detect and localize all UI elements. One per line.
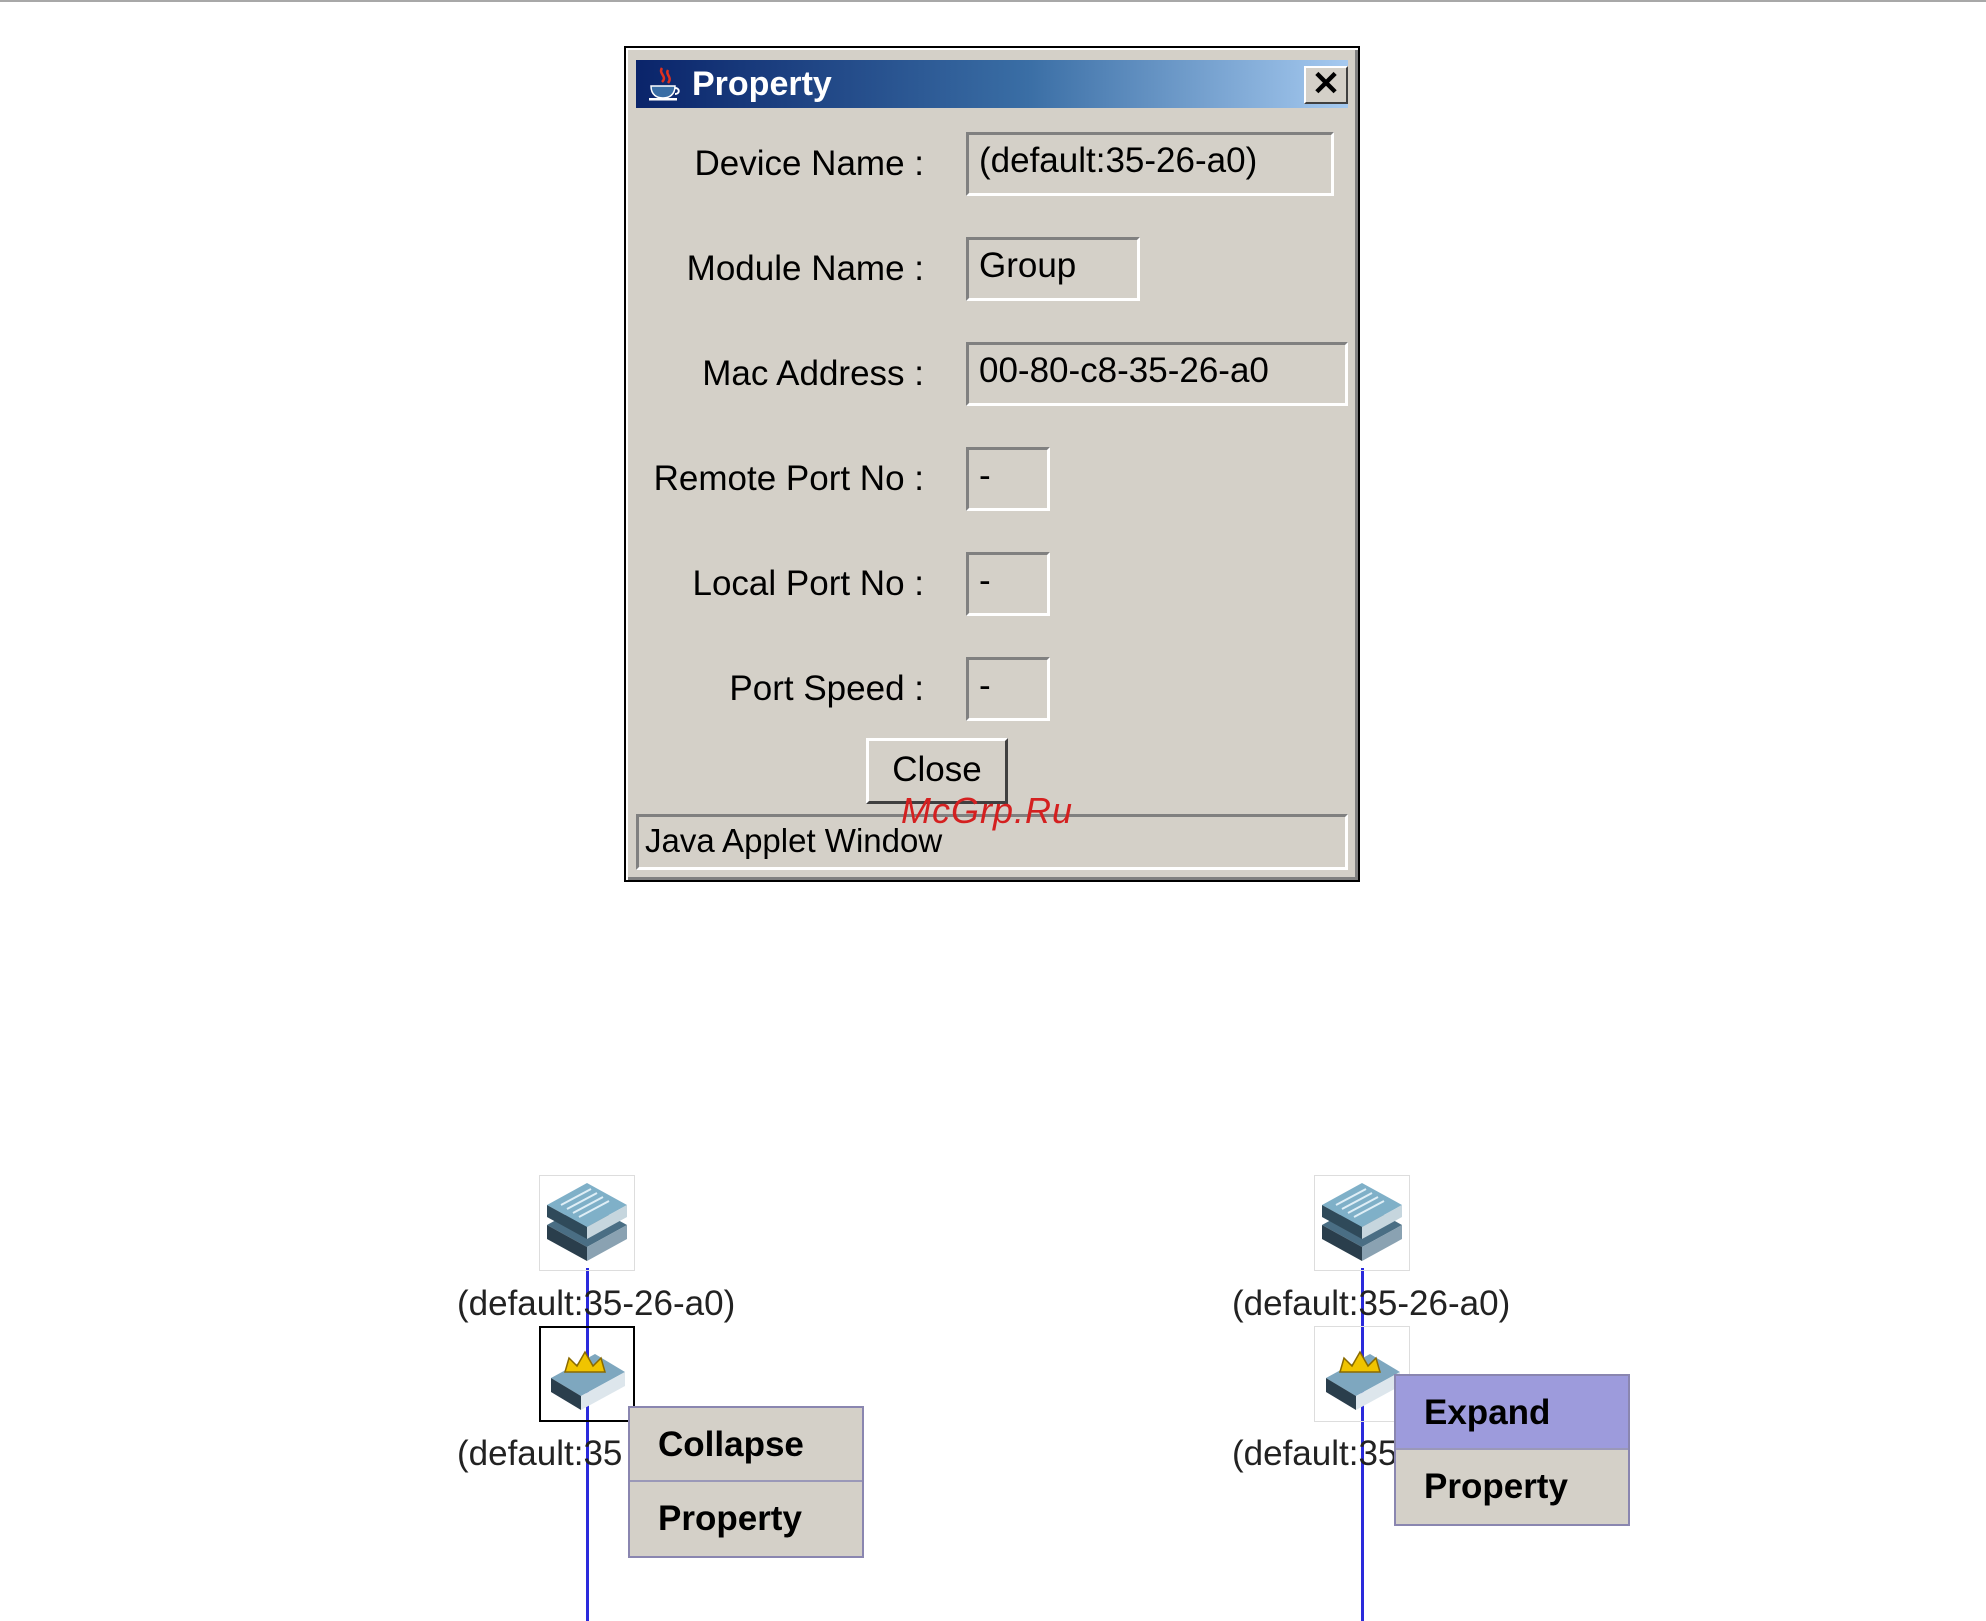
module-name-field[interactable]: Group (966, 237, 1140, 301)
device-name-field[interactable]: (default:35-26-a0) (966, 132, 1334, 196)
java-cup-icon (649, 67, 680, 101)
watermark: McGrp.Ru (901, 790, 1074, 831)
group-label: (default:35 (1232, 1434, 1398, 1473)
context-menu: Expand Property (1394, 1374, 1630, 1526)
menu-item-property[interactable]: Property (630, 1482, 862, 1556)
group-label: (default:35 (457, 1434, 623, 1473)
dialog-title: Property (692, 65, 832, 103)
switch-stack-icon[interactable] (1314, 1175, 1410, 1271)
port-speed-field[interactable]: - (966, 657, 1050, 721)
remote-port-field[interactable]: - (966, 447, 1050, 511)
port-speed-label: Port Speed : (729, 669, 924, 708)
device-label: (default:35-26-a0) (1232, 1284, 1511, 1323)
device-label: (default:35-26-a0) (457, 1284, 736, 1323)
context-menu: Collapse Property (628, 1406, 864, 1558)
local-port-label: Local Port No : (692, 564, 925, 603)
mac-address-label: Mac Address : (702, 354, 924, 393)
menu-item-expand[interactable]: Expand (1396, 1376, 1628, 1450)
module-name-label: Module Name : (686, 249, 924, 288)
menu-item-property[interactable]: Property (1396, 1450, 1628, 1524)
switch-stack-icon[interactable] (539, 1175, 635, 1271)
device-name-label: Device Name : (694, 144, 924, 183)
menu-item-collapse[interactable]: Collapse (630, 1408, 862, 1482)
close-icon[interactable]: ✕ (1304, 66, 1348, 104)
local-port-field[interactable]: - (966, 552, 1050, 616)
group-crown-icon[interactable] (539, 1326, 635, 1422)
remote-port-label: Remote Port No : (653, 459, 924, 498)
top-divider (0, 0, 1986, 2)
mac-address-field[interactable]: 00-80-c8-35-26-a0 (966, 342, 1348, 406)
dialog-titlebar[interactable]: Property ✕ (636, 60, 1348, 108)
property-dialog: Property ✕ Device Name : (default:35-26-… (624, 46, 1360, 882)
